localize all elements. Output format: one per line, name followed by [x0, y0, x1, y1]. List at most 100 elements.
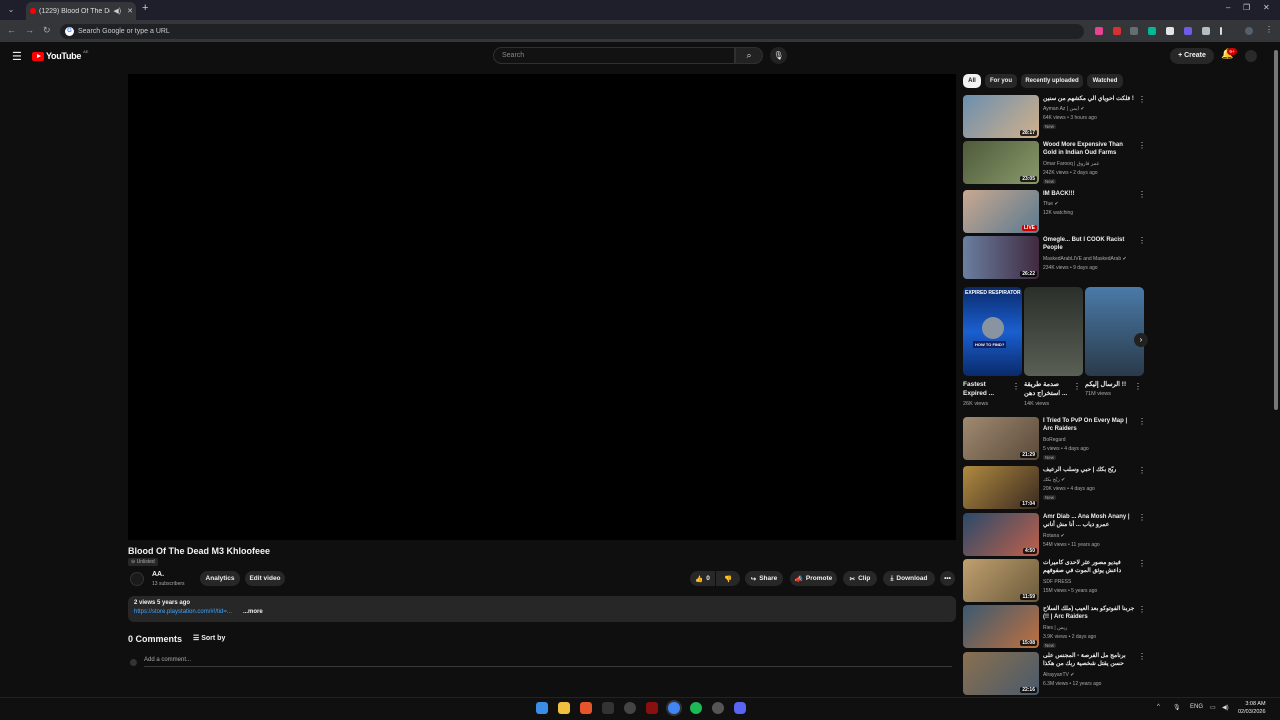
share-button[interactable]: ↪ Share — [745, 571, 783, 586]
chip-all[interactable]: All — [963, 74, 981, 88]
sidebar-video[interactable]: 11:59 فيديو مصور عثر لاحدى كاميرات داعش … — [963, 559, 1148, 603]
network-icon[interactable]: ▭ — [1210, 704, 1216, 711]
forward-arrow-icon[interactable]: → — [25, 25, 34, 35]
channel-name[interactable]: BoRegard — [1043, 437, 1143, 443]
discord-icon[interactable] — [734, 702, 746, 714]
download-button[interactable]: ⤓ Download — [883, 571, 935, 586]
tab-search-button[interactable]: ⌄ — [5, 4, 17, 16]
video-title[interactable]: Wood More Expensive Than Gold in Indian … — [1043, 141, 1135, 157]
short-thumbnail[interactable]: EXPIRED RESPIRATOR HOW TO FIND? — [963, 287, 1022, 376]
account-avatar[interactable] — [1245, 50, 1257, 62]
description-link[interactable]: https://store.playstation.com/#!/tid=... — [134, 609, 232, 615]
menu-dots-icon[interactable]: ⋮ — [1138, 190, 1146, 199]
video-thumbnail[interactable]: 11:59 — [963, 559, 1039, 602]
profile-avatar[interactable] — [1245, 27, 1253, 35]
chrome-icon[interactable] — [668, 702, 680, 714]
menu-dots-icon[interactable]: ⋮ — [1138, 513, 1146, 522]
brave-browser-icon[interactable] — [580, 702, 592, 714]
video-title[interactable]: فلكت احوياي الي مكشهم من سنين ! — [1043, 95, 1135, 103]
video-title[interactable]: I Tried To PvP On Every Map | Arc Raider… — [1043, 417, 1135, 433]
sidebar-video[interactable]: 4:50 Amr Diab ... Ana Mosh Anany | عمرو … — [963, 513, 1148, 557]
channel-name[interactable]: Tfue ✔ — [1043, 201, 1143, 207]
spotify-icon[interactable] — [690, 702, 702, 714]
short-thumbnail[interactable] — [1024, 287, 1083, 376]
reload-icon[interactable]: ↻ — [43, 25, 51, 36]
short-thumbnail[interactable] — [1085, 287, 1144, 376]
video-title[interactable]: Omegle... But I COOK Racist People — [1043, 236, 1135, 252]
speaker-icon[interactable]: ◀) — [113, 7, 121, 15]
video-thumbnail[interactable]: 23:05 — [963, 141, 1039, 184]
channel-name[interactable]: Ayman Az | أيمن ✔ — [1043, 106, 1143, 112]
video-thumbnail[interactable]: 26:22 — [963, 236, 1039, 279]
sidebar-video[interactable]: 28:17 فلكت احوياي الي مكشهم من سنين ! Ay… — [963, 95, 1148, 139]
menu-dots-icon[interactable]: ⋮ — [1134, 382, 1142, 391]
channel-avatar[interactable] — [130, 572, 144, 586]
create-button[interactable]: + Create — [1170, 48, 1214, 64]
microphone-icon[interactable]: 🎙 — [770, 47, 787, 64]
browser-tab[interactable]: (1229) Blood Of The Dead M ◀) ✕ — [26, 2, 136, 20]
video-thumbnail[interactable]: 17:04 — [963, 466, 1039, 509]
address-bar[interactable]: G Search Google or type a URL — [60, 24, 1084, 39]
channel-name[interactable]: Rotana ✔ — [1043, 533, 1143, 539]
video-thumbnail[interactable]: 22:16 — [963, 652, 1039, 695]
channel-name[interactable]: MaskedArabLIVE and MaskedArab ✔ — [1043, 256, 1143, 262]
menu-dots-icon[interactable]: ⋮ — [1265, 25, 1273, 34]
dislike-button[interactable]: 👎 — [716, 571, 740, 586]
sidebar-video[interactable]: 17:04 ريّح بكك | حبي وسلب الرعيف ريّح بك… — [963, 466, 1148, 510]
extension-icon[interactable] — [1148, 27, 1156, 35]
promote-button[interactable]: 📣 Promote — [790, 571, 837, 586]
video-thumbnail[interactable]: LIVE — [963, 190, 1039, 233]
analytics-button[interactable]: Analytics — [200, 571, 240, 586]
short-title[interactable]: الرسال إليكم !! — [1085, 380, 1133, 389]
close-window-button[interactable]: ✕ — [1263, 3, 1270, 12]
sidebar-video[interactable]: 15:08 جربنا الفوتوكو بعد العيب (ملك السل… — [963, 605, 1148, 649]
add-comment-input[interactable]: Add a comment... — [144, 657, 952, 667]
app-icon[interactable] — [602, 702, 614, 714]
close-tab-icon[interactable]: ✕ — [127, 7, 133, 15]
page-scrollbar-thumb[interactable] — [1274, 50, 1278, 410]
extensions-puzzle-icon[interactable] — [1202, 27, 1210, 35]
video-thumbnail[interactable]: 21:29 — [963, 417, 1039, 460]
extension-icon[interactable] — [1095, 27, 1103, 35]
like-button[interactable]: 👍 0 — [690, 571, 715, 586]
minimize-button[interactable]: – — [1226, 3, 1230, 12]
video-title[interactable]: ريّح بكك | حبي وسلب الرعيف — [1043, 466, 1135, 474]
video-title[interactable]: جربنا الفوتوكو بعد العيب (ملك السلاح !!)… — [1043, 605, 1135, 621]
file-explorer-icon[interactable] — [558, 702, 570, 714]
chip-recently-uploaded[interactable]: Recently uploaded — [1021, 74, 1083, 88]
app-icon[interactable] — [712, 702, 724, 714]
show-more-button[interactable]: ...more — [243, 609, 263, 615]
edit-video-button[interactable]: Edit video — [245, 571, 285, 586]
short-title[interactable]: صدمة طريقة استخراج دهن ... — [1024, 380, 1072, 398]
app-icon[interactable] — [624, 702, 636, 714]
menu-dots-icon[interactable]: ⋮ — [1138, 466, 1146, 475]
search-icon[interactable]: ⌕ — [735, 47, 763, 64]
youtube-logo[interactable]: YouTube AE — [32, 49, 88, 61]
tray-overflow-icon[interactable]: ^ — [1157, 704, 1160, 710]
sidebar-video[interactable]: 21:29 I Tried To PvP On Every Map | Arc … — [963, 417, 1148, 461]
system-clock[interactable]: 3:08 AM 02/03/2026 — [1238, 700, 1266, 716]
video-title[interactable]: فيديو مصور عثر لاحدى كاميرات داعش يوثق ا… — [1043, 559, 1135, 575]
video-thumbnail[interactable]: 4:50 — [963, 513, 1039, 556]
channel-name[interactable]: ريّح بكك ✔ — [1043, 477, 1143, 483]
menu-dots-icon[interactable]: ⋮ — [1073, 382, 1081, 391]
windows-start-icon[interactable] — [536, 702, 548, 714]
video-thumbnail[interactable]: 28:17 — [963, 95, 1039, 138]
menu-dots-icon[interactable]: ⋮ — [1138, 652, 1146, 661]
sidebar-video[interactable]: 22:16 برنامج مل الفرصة - المجنس على حسن … — [963, 652, 1148, 696]
back-arrow-icon[interactable]: ← — [7, 25, 16, 35]
channel-name[interactable]: Omar Farooq | عمر فاروق — [1043, 161, 1143, 167]
channel-name[interactable]: AlrayyanTV ✔ — [1043, 672, 1143, 678]
search-input[interactable]: Search — [493, 47, 735, 64]
volume-icon[interactable]: ◀) — [1222, 704, 1229, 711]
microphone-icon[interactable]: 🎙 — [1173, 704, 1181, 711]
channel-name[interactable]: AA. — [152, 571, 164, 578]
new-tab-button[interactable]: + — [142, 2, 148, 14]
chevron-right-icon[interactable]: › — [1134, 333, 1148, 347]
channel-name[interactable]: Ries | ريس — [1043, 625, 1143, 631]
chip-watched[interactable]: Watched — [1087, 74, 1123, 88]
language-indicator[interactable]: ENG — [1190, 704, 1203, 710]
sidebar-video[interactable]: 23:05 Wood More Expensive Than Gold in I… — [963, 141, 1148, 185]
hamburger-menu-icon[interactable]: ☰ — [12, 50, 22, 63]
chip-for-you[interactable]: For you — [985, 74, 1017, 88]
